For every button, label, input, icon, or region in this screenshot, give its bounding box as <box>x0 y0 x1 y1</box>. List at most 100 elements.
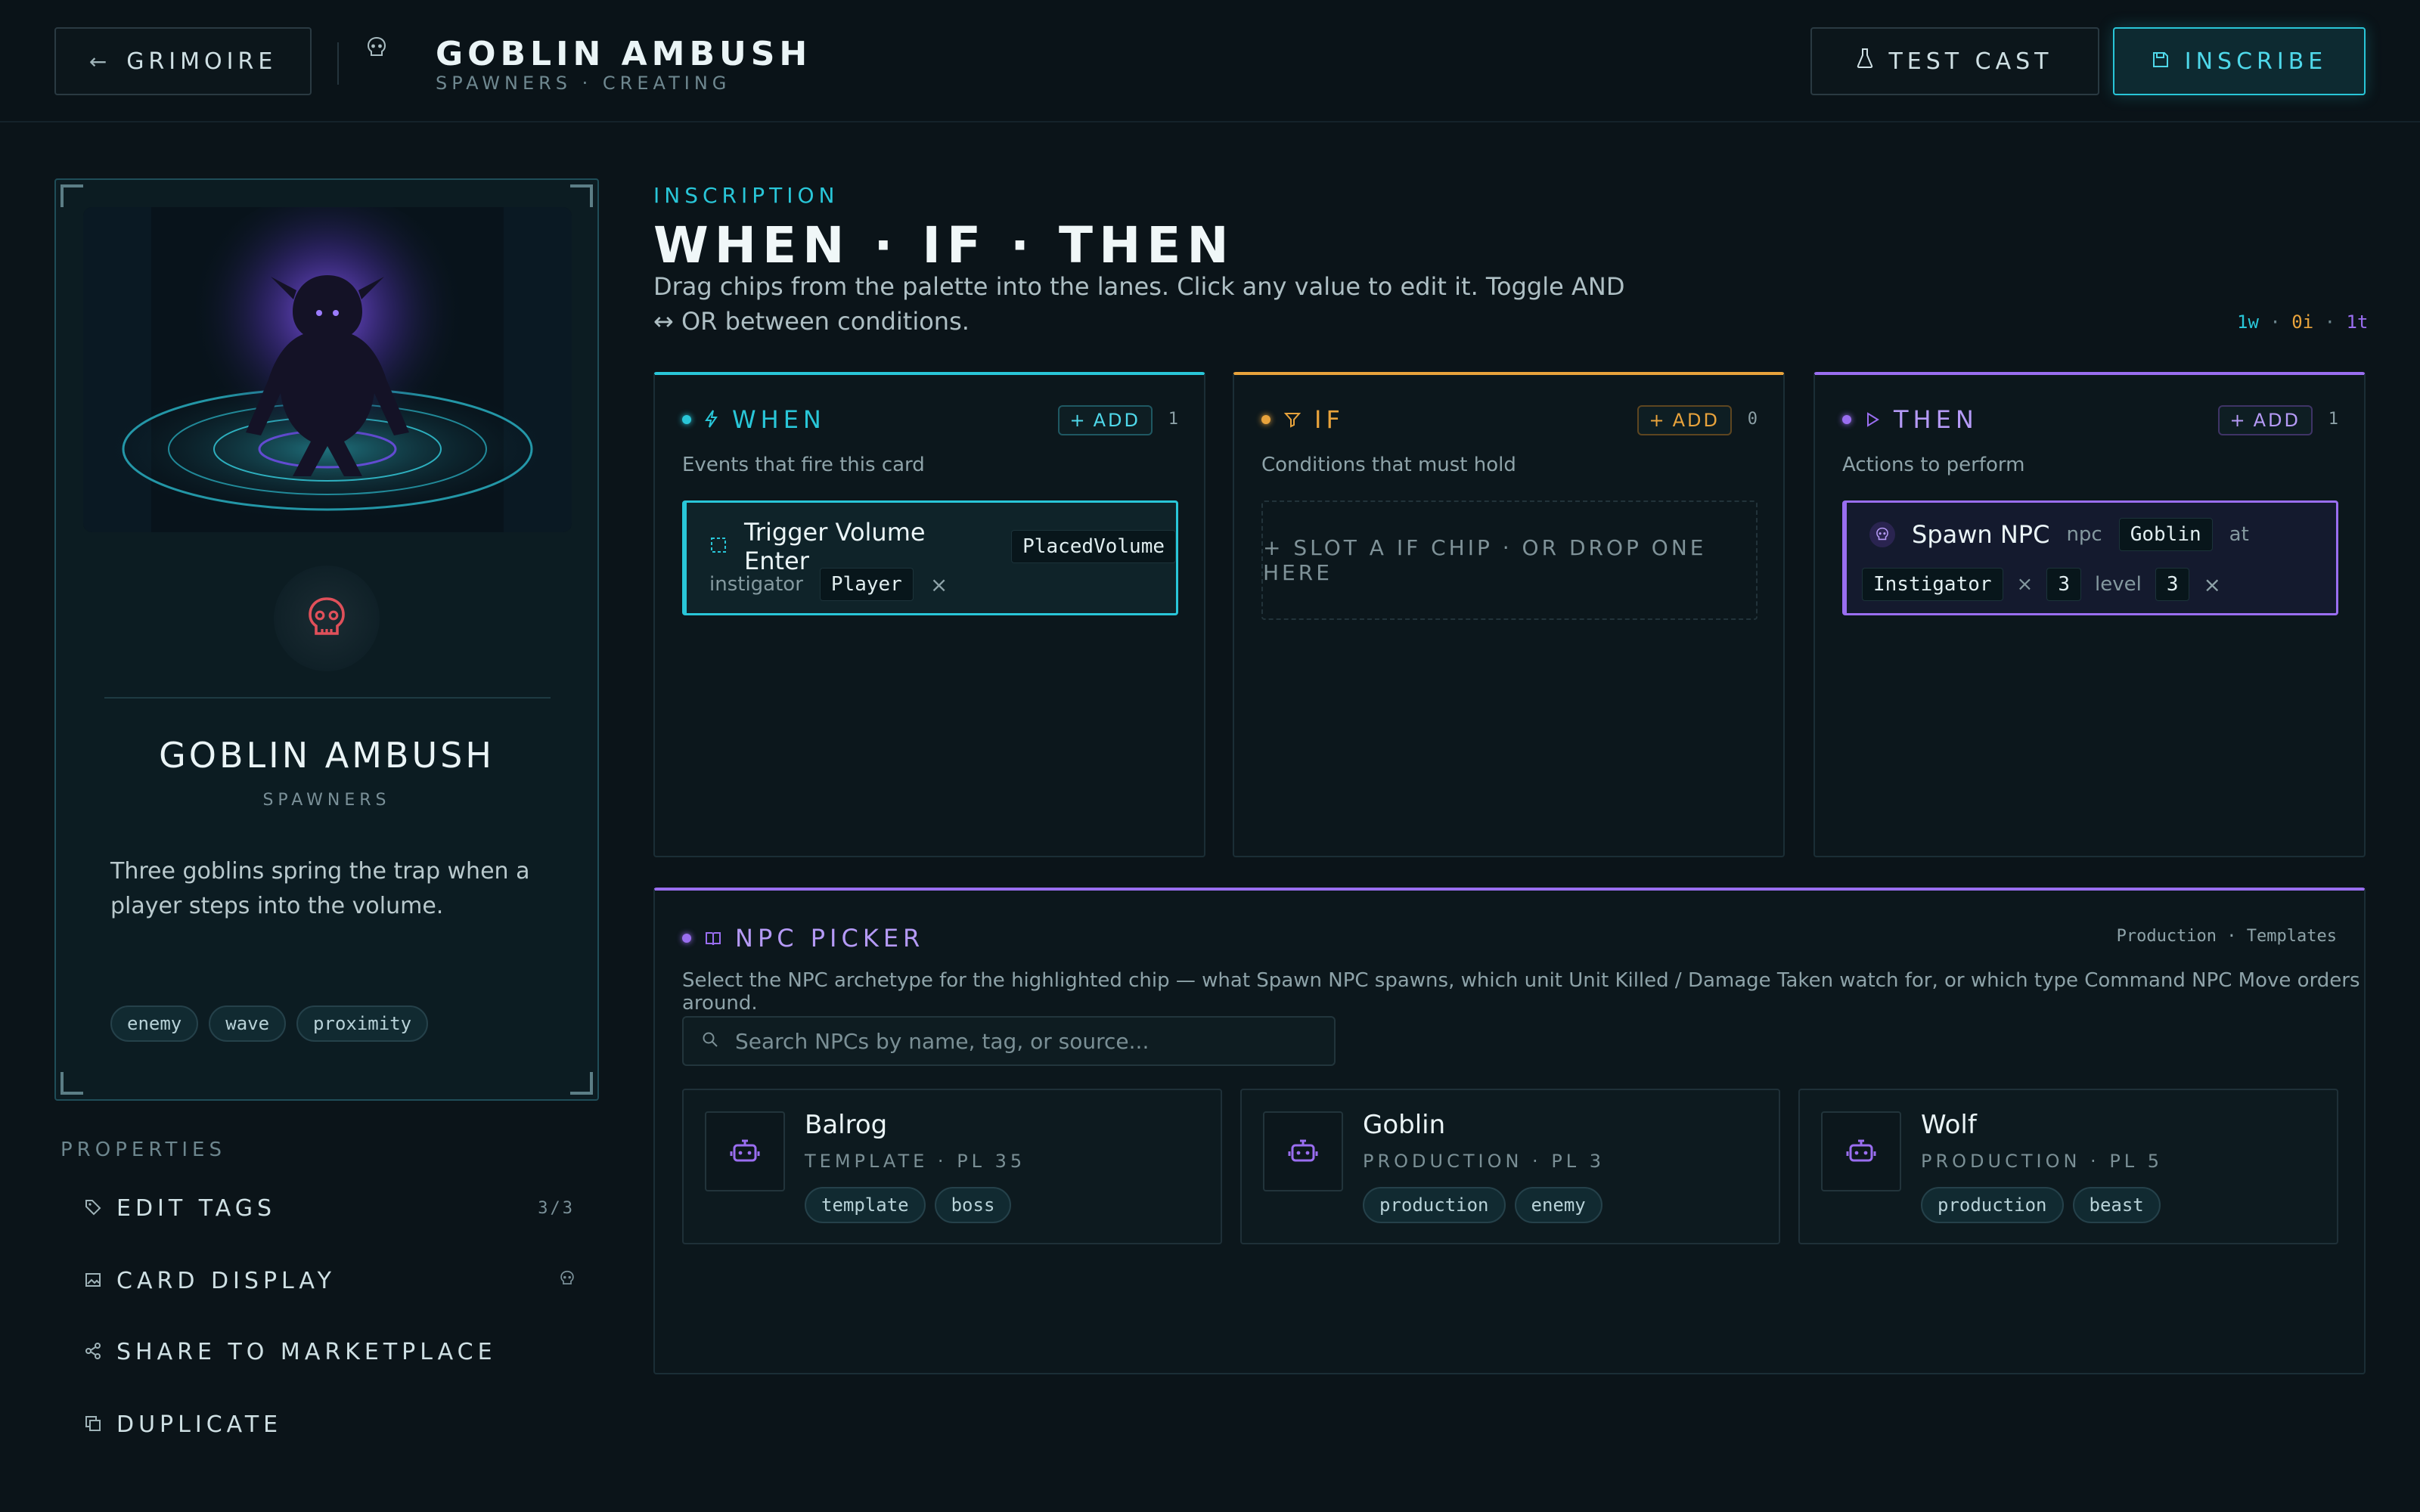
duplicate-item[interactable]: Duplicate <box>60 1402 575 1447</box>
share-marketplace-label: Share to Marketplace <box>116 1338 497 1365</box>
npc-option-wolf[interactable]: Wolf PRODUCTION · PL 5 production beast <box>1798 1089 2338 1244</box>
card-corner <box>570 184 593 207</box>
then-lane: Then + Add 1 Actions to perform Spawn NP… <box>1813 372 2366 857</box>
robot-icon <box>1821 1111 1901 1191</box>
plus-icon: + <box>2229 410 2248 431</box>
card-tags: enemy wave proximity <box>110 1005 429 1042</box>
spawn-count-value[interactable]: 3 <box>2046 568 2081 601</box>
top-bar: ← Grimoire GOBLIN AMBUSH SPAWNERS · CREA… <box>0 0 2420 122</box>
chip-name: Spawn NPC <box>1912 520 2050 549</box>
card-description: Three goblins spring the trap when a pla… <box>110 858 530 919</box>
card-artwork <box>83 207 572 532</box>
if-lane-header: If <box>1261 405 1345 434</box>
remove-icon[interactable]: × <box>930 572 948 597</box>
robot-icon <box>705 1111 785 1191</box>
volume-type-value[interactable]: PlacedVolume <box>1011 530 1176 563</box>
npc-picker-panel: NPC Picker Production · Templates Select… <box>653 888 2366 1374</box>
then-lane-subtitle: Actions to perform <box>1842 454 2025 476</box>
card-preview: GOBLIN AMBUSH Spawners Three goblins spr… <box>54 178 599 1101</box>
card-divider <box>104 697 551 699</box>
lightning-icon <box>705 405 718 434</box>
filter-icon <box>1283 405 1302 434</box>
npc-tag: production <box>1363 1187 1506 1223</box>
header-subtitle: SPAWNERS · CREATING <box>436 73 731 94</box>
book-icon <box>705 924 721 953</box>
then-count: 1t <box>2346 311 2369 333</box>
npc-tag: boss <box>934 1187 1012 1223</box>
instigator-label: instigator <box>709 573 803 596</box>
share-icon <box>85 1339 101 1365</box>
then-lane-header: Then <box>1842 405 1978 434</box>
if-lane-subtitle: Conditions that must hold <box>1261 454 1516 476</box>
header-title: GOBLIN AMBUSH <box>436 35 812 73</box>
card-tag: enemy <box>110 1005 199 1042</box>
npc-option-goblin[interactable]: Goblin PRODUCTION · PL 3 production enem… <box>1240 1089 1780 1244</box>
inscribe-label: Inscribe <box>2184 48 2328 75</box>
instigator-value[interactable]: Player <box>819 568 914 601</box>
copy-icon <box>85 1411 101 1438</box>
if-lane-title: If <box>1314 405 1345 434</box>
card-corner <box>60 1072 83 1095</box>
at-param-value[interactable]: Instigator <box>1862 568 2003 601</box>
npc-search-input[interactable] <box>735 1028 1325 1054</box>
npc-picker-title: NPC Picker <box>735 924 925 953</box>
card-display-item[interactable]: Card Display <box>60 1258 575 1303</box>
test-cast-button[interactable]: Test Cast <box>1810 27 2099 95</box>
share-marketplace-item[interactable]: Share to Marketplace <box>60 1329 575 1374</box>
inscribe-button[interactable]: Inscribe <box>2113 27 2366 95</box>
skull-icon <box>1869 522 1895 547</box>
npc-tag: template <box>805 1187 926 1223</box>
then-lane-count: 1 <box>2328 410 2338 429</box>
npc-tag: production <box>1921 1187 2064 1223</box>
if-chip-drop-slot[interactable]: + Slot a IF chip · or drop one here <box>1261 500 1758 620</box>
then-add-button[interactable]: + Add <box>2217 405 2313 435</box>
remove-icon[interactable]: × <box>2203 572 2220 597</box>
npc-meta: PRODUCTION · PL 5 <box>1921 1151 2164 1172</box>
card-title: GOBLIN AMBUSH <box>159 735 495 776</box>
lane-count-summary: 1w · 0i · 1t <box>2237 311 2368 333</box>
at-param-label: at <box>2229 523 2249 546</box>
count-separator: · <box>2324 311 2336 333</box>
npc-name: Goblin <box>1363 1110 1446 1140</box>
npc-search-field[interactable] <box>682 1016 1336 1066</box>
page-title: WHEN · IF · THEN <box>653 216 1235 274</box>
arrow-left-icon: ← <box>88 48 112 74</box>
if-add-button[interactable]: + Add <box>1637 405 1732 435</box>
npc-source-filter[interactable]: Production · Templates <box>2117 927 2337 946</box>
npc-param-value[interactable]: Goblin <box>2118 518 2213 551</box>
npc-tags: production enemy <box>1363 1187 1602 1223</box>
npc-meta: TEMPLATE · PL 35 <box>805 1151 1026 1172</box>
level-param-label: level <box>2095 573 2142 596</box>
status-dot <box>682 415 691 424</box>
level-param-value[interactable]: 3 <box>2155 568 2190 601</box>
spawn-npc-chip[interactable]: Spawn NPC npc Goblin at Instigator × 3 l… <box>1842 500 2338 615</box>
image-icon <box>85 1268 101 1294</box>
npc-name: Wolf <box>1921 1110 1977 1140</box>
save-icon <box>2152 48 2170 75</box>
then-lane-title: Then <box>1894 405 1978 434</box>
trigger-volume-enter-chip[interactable]: Trigger Volume Enter PlacedVolume instig… <box>682 500 1178 615</box>
test-cast-label: Test Cast <box>1888 48 2053 75</box>
if-lane: If + Add 0 Conditions that must hold + S… <box>1233 372 1785 857</box>
add-label: Add <box>1093 410 1140 431</box>
npc-meta: PRODUCTION · PL 3 <box>1363 1151 1606 1172</box>
times-symbol: × <box>2016 573 2034 596</box>
when-add-button[interactable]: + Add <box>1057 405 1153 435</box>
tag-count: 3/3 <box>538 1198 575 1218</box>
flask-icon <box>1857 48 1873 75</box>
if-count: 0i <box>2291 311 2314 333</box>
npc-option-balrog[interactable]: Balrog TEMPLATE · PL 35 template boss <box>682 1089 1222 1244</box>
skull-icon <box>560 1270 575 1291</box>
back-to-grimoire-button[interactable]: ← Grimoire <box>54 27 312 95</box>
edit-tags-item[interactable]: Edit Tags 3/3 <box>60 1185 575 1231</box>
card-display-label: Card Display <box>116 1267 336 1294</box>
when-lane-count: 1 <box>1168 410 1178 429</box>
card-tag: proximity <box>296 1005 429 1042</box>
play-icon <box>1865 405 1880 434</box>
npc-name: Balrog <box>805 1110 888 1140</box>
when-lane-header: When <box>682 405 826 434</box>
when-lane: When + Add 1 Events that fire this card … <box>653 372 1205 857</box>
if-lane-count: 0 <box>1747 410 1758 429</box>
robot-icon <box>1263 1111 1343 1191</box>
duplicate-label: Duplicate <box>116 1411 283 1438</box>
